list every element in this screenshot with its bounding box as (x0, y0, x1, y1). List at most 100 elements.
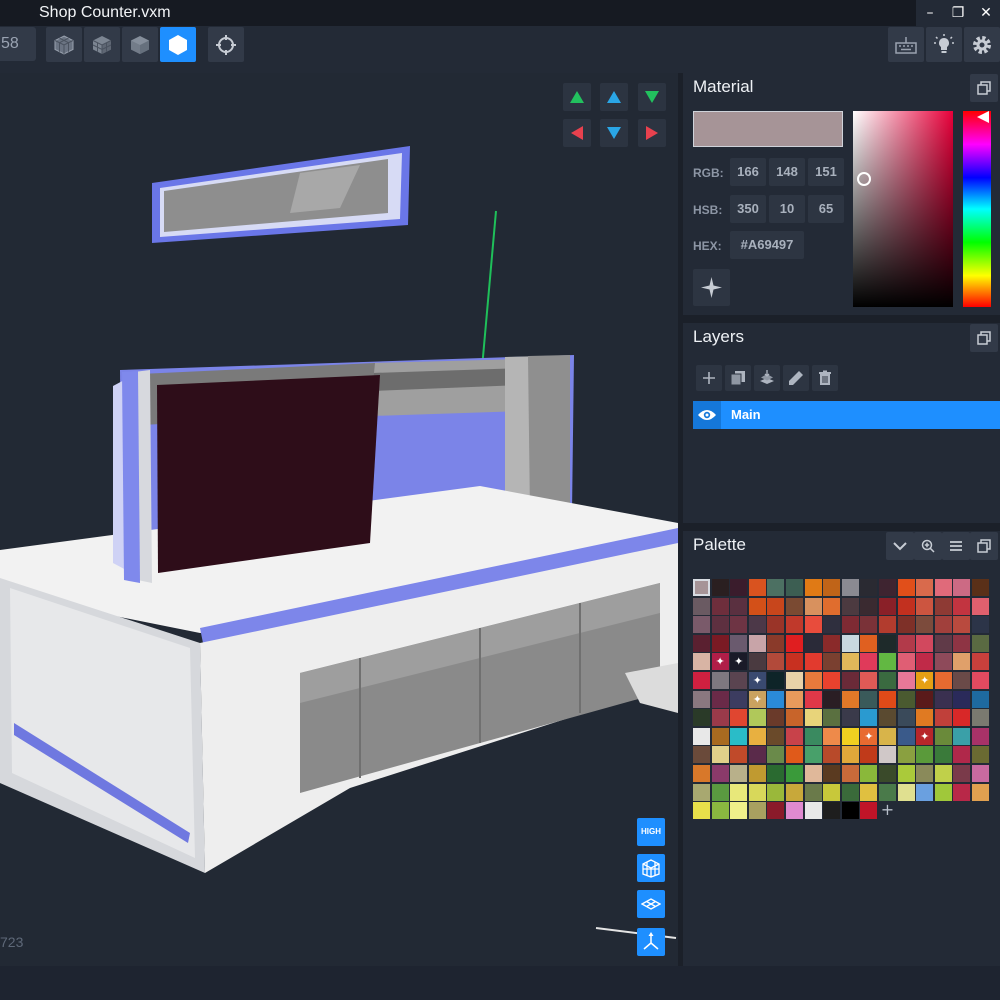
palette-swatch[interactable] (860, 727, 878, 745)
palette-swatch[interactable] (693, 690, 710, 708)
palette-swatch[interactable] (916, 783, 934, 801)
palette-swatch[interactable] (804, 765, 822, 782)
palette-swatch[interactable] (693, 727, 710, 745)
palette-swatch[interactable] (841, 802, 859, 820)
palette-swatch[interactable] (748, 802, 766, 820)
palette-swatch[interactable] (693, 616, 710, 634)
palette-swatch[interactable] (823, 634, 841, 652)
palette-swatch[interactable] (711, 802, 729, 820)
palette-swatch[interactable] (916, 727, 934, 745)
palette-swatch[interactable] (711, 727, 729, 745)
palette-swatch[interactable] (934, 597, 952, 615)
palette-swatch[interactable] (972, 709, 989, 727)
palette-swatch[interactable] (916, 579, 934, 596)
palette-swatch[interactable] (841, 672, 859, 689)
settings-button[interactable] (964, 27, 1000, 62)
palette-swatch[interactable] (767, 634, 785, 652)
palette-swatch[interactable] (767, 690, 785, 708)
palette-swatch[interactable] (879, 634, 896, 652)
lighting-button[interactable] (926, 27, 962, 62)
color-picker-cursor[interactable] (857, 172, 871, 186)
palette-swatch[interactable] (748, 746, 766, 764)
palette-swatch[interactable] (804, 727, 822, 745)
palette-swatch[interactable] (748, 579, 766, 596)
palette-swatch[interactable] (934, 765, 952, 782)
palette-swatch[interactable] (730, 765, 748, 782)
layer-row-main[interactable]: Main (693, 401, 1000, 429)
layer-visibility-toggle[interactable] (693, 401, 721, 429)
palette-swatch[interactable] (953, 746, 971, 764)
palette-swatch[interactable] (804, 672, 822, 689)
palette-swatch[interactable] (823, 616, 841, 634)
palette-zoom-button[interactable] (914, 532, 942, 560)
palette-swatch[interactable] (860, 579, 878, 596)
palette-swatch[interactable] (786, 634, 803, 652)
delete-layer-button[interactable] (812, 365, 838, 391)
palette-swatch[interactable] (804, 709, 822, 727)
palette-swatch[interactable] (953, 727, 971, 745)
add-layer-button[interactable] (696, 365, 722, 391)
palette-swatch[interactable] (972, 597, 989, 615)
palette-swatch[interactable] (860, 672, 878, 689)
palette-swatch[interactable] (934, 672, 952, 689)
palette-swatch[interactable] (823, 690, 841, 708)
palette-swatch[interactable] (786, 616, 803, 634)
palette-swatch[interactable] (953, 579, 971, 596)
palette-swatch[interactable] (916, 653, 934, 671)
palette-swatch[interactable] (693, 765, 710, 782)
palette-swatch[interactable] (860, 765, 878, 782)
palette-swatch[interactable] (934, 727, 952, 745)
palette-swatch[interactable] (730, 709, 748, 727)
palette-swatch[interactable] (879, 597, 896, 615)
shaded-mode-button[interactable] (84, 27, 120, 62)
palette-swatch[interactable] (897, 634, 915, 652)
palette-swatch[interactable] (897, 579, 915, 596)
palette-swatch[interactable] (897, 727, 915, 745)
palette-swatch[interactable] (897, 690, 915, 708)
hex-field[interactable]: #A69497 (730, 231, 804, 259)
palette-swatch[interactable] (730, 653, 748, 671)
palette-swatch[interactable] (767, 672, 785, 689)
palette-swatch[interactable] (767, 597, 785, 615)
hsb-s-field[interactable]: 10 (769, 195, 805, 223)
material-popout-button[interactable] (970, 74, 998, 102)
color-pick-button[interactable] (693, 269, 730, 306)
palette-swatch[interactable] (823, 746, 841, 764)
palette-swatch[interactable] (823, 709, 841, 727)
palette-swatch[interactable] (730, 616, 748, 634)
palette-swatch[interactable] (711, 653, 729, 671)
palette-swatch[interactable] (804, 783, 822, 801)
palette-swatch[interactable] (786, 597, 803, 615)
palette-swatch[interactable] (879, 690, 896, 708)
palette-swatch[interactable] (860, 709, 878, 727)
palette-swatch[interactable] (879, 727, 896, 745)
palette-swatch[interactable] (916, 616, 934, 634)
palette-swatch[interactable] (804, 579, 822, 596)
saturation-brightness-picker[interactable] (853, 111, 953, 307)
palette-swatch[interactable] (934, 746, 952, 764)
palette-swatch[interactable] (841, 690, 859, 708)
voxel-model-scene[interactable] (0, 73, 678, 966)
solid-mode-button[interactable] (122, 27, 158, 62)
restore-button[interactable]: ❐ (944, 0, 972, 26)
palette-swatch[interactable] (934, 709, 952, 727)
palette-swatch[interactable] (972, 634, 989, 652)
palette-swatch[interactable] (730, 579, 748, 596)
palette-swatch[interactable] (748, 765, 766, 782)
palette-swatch[interactable] (804, 634, 822, 652)
palette-swatch[interactable] (693, 783, 710, 801)
palette-swatch[interactable] (916, 597, 934, 615)
palette-swatch[interactable] (767, 727, 785, 745)
palette-swatch[interactable] (823, 765, 841, 782)
palette-swatch[interactable] (879, 746, 896, 764)
palette-swatch[interactable] (730, 597, 748, 615)
bounding-box-toggle[interactable] (637, 854, 665, 882)
palette-swatch[interactable] (916, 690, 934, 708)
palette-swatch[interactable] (748, 597, 766, 615)
palette-swatch[interactable] (748, 783, 766, 801)
palette-swatch[interactable] (841, 653, 859, 671)
palette-swatch[interactable] (953, 634, 971, 652)
palette-swatch[interactable] (823, 783, 841, 801)
merge-layer-button[interactable] (754, 365, 780, 391)
palette-swatch[interactable] (748, 653, 766, 671)
